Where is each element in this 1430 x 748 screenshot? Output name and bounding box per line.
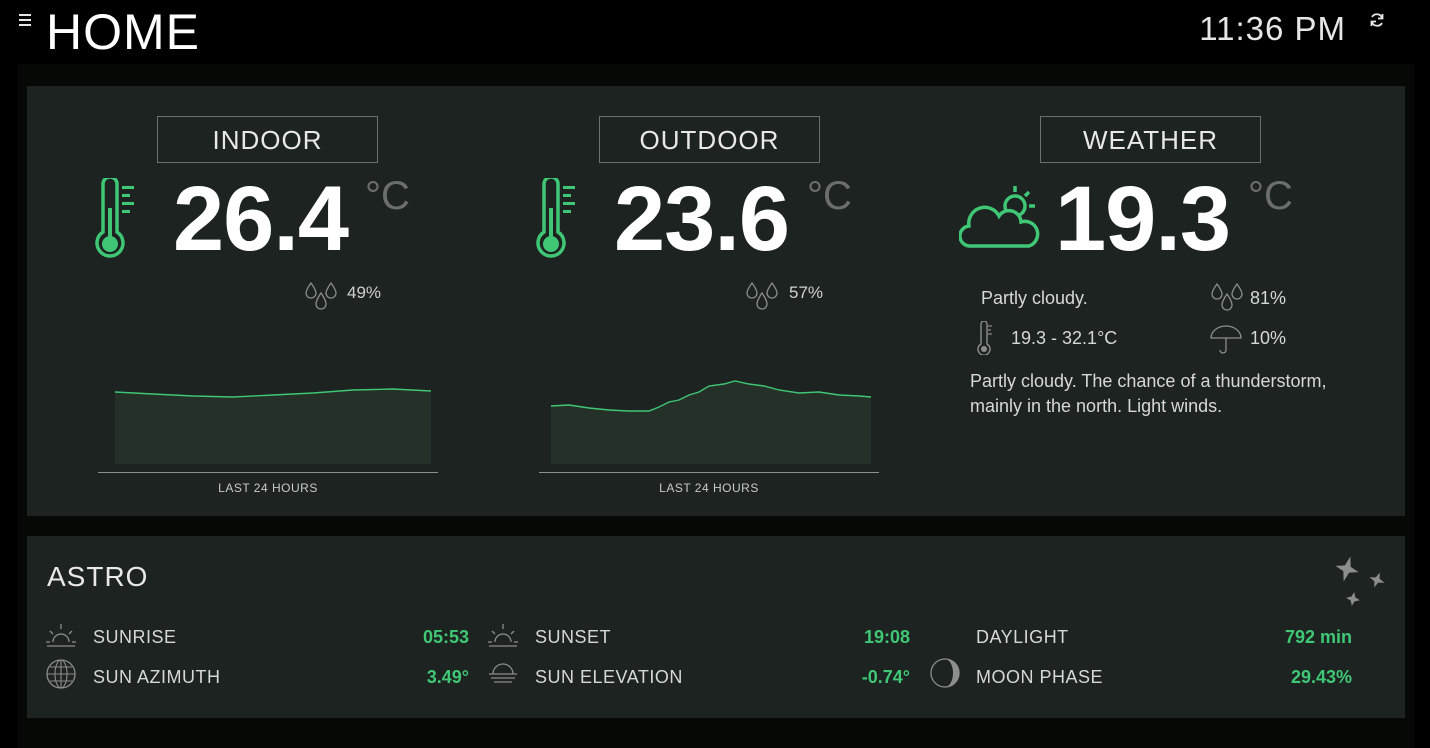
thermometer-small-icon bbox=[977, 321, 992, 355]
thermometer-icon bbox=[536, 178, 575, 258]
sunset-value: 19:08 bbox=[863, 627, 910, 647]
sun-azimuth-value: 3.49° bbox=[426, 667, 469, 687]
weather-condition: Partly cloudy. bbox=[981, 288, 1088, 308]
partly-cloudy-icon bbox=[959, 186, 1040, 248]
humidity-icon bbox=[746, 281, 778, 310]
sun-azimuth-label: SUN AZIMUTH bbox=[93, 667, 221, 687]
astro-title: ASTRO bbox=[47, 561, 149, 592]
humidity-icon bbox=[1211, 282, 1243, 311]
moon-icon bbox=[930, 658, 960, 688]
globe-icon bbox=[46, 659, 76, 689]
sunrise-icon bbox=[46, 624, 76, 647]
indoor-humidity: 49% bbox=[347, 283, 382, 302]
weather-unit: °C bbox=[1248, 174, 1293, 218]
indoor-chart-caption: LAST 24 HOURS bbox=[218, 481, 318, 495]
outdoor-sensor[interactable]: OUTDOOR 23.6 °C 57% LAST 24 HOURS bbox=[467, 86, 907, 516]
thermometer-icon bbox=[95, 178, 134, 258]
indoor-temperature: 26.4 bbox=[173, 168, 349, 270]
sunset-label: SUNSET bbox=[535, 627, 612, 647]
sun-elevation-value: -0.74° bbox=[861, 667, 910, 687]
umbrella-icon bbox=[1210, 325, 1242, 354]
indoor-unit: °C bbox=[365, 174, 410, 218]
top-bar: HOME 11:36 PM bbox=[0, 0, 1430, 62]
outdoor-label: OUTDOOR bbox=[599, 116, 820, 163]
stars-icon bbox=[1335, 556, 1385, 606]
indoor-sensor[interactable]: INDOOR 26.4 °C 49% LAST 24 HOURS bbox=[27, 86, 467, 516]
sunrise-label: SUNRISE bbox=[93, 627, 177, 647]
daylight-label: DAYLIGHT bbox=[976, 627, 1069, 647]
climate-panel: INDOOR 26.4 °C 49% LAST 24 HOURS OUTDOOR bbox=[27, 86, 1405, 516]
menu-icon[interactable] bbox=[18, 13, 32, 27]
weather-description: Partly cloudy. The chance of a thunderst… bbox=[970, 371, 1327, 416]
clock: 11:36 PM bbox=[1199, 10, 1346, 47]
indoor-label: INDOOR bbox=[157, 116, 378, 163]
page-title: HOME bbox=[46, 4, 200, 60]
weather-label: WEATHER bbox=[1040, 116, 1261, 163]
weather-humidity: 81% bbox=[1250, 288, 1287, 308]
sunrise-value: 05:53 bbox=[422, 627, 469, 647]
outdoor-chart-caption: LAST 24 HOURS bbox=[659, 481, 759, 495]
astro-panel: ASTRO SUNRISE 05:53 SUNSET 19:08 DAYLIGH… bbox=[27, 536, 1405, 718]
indoor-sparkline bbox=[114, 388, 432, 464]
outdoor-unit: °C bbox=[807, 174, 852, 218]
sun-elevation-label: SUN ELEVATION bbox=[535, 667, 683, 687]
chart-axis bbox=[539, 472, 879, 473]
moon-phase-value: 29.43% bbox=[1290, 667, 1352, 687]
chart-axis bbox=[98, 472, 438, 473]
moon-phase-label: MOON PHASE bbox=[976, 667, 1104, 687]
weather-rain-chance: 10% bbox=[1250, 328, 1287, 348]
outdoor-sparkline bbox=[550, 380, 872, 464]
outdoor-humidity: 57% bbox=[789, 283, 824, 302]
weather-temperature: 19.3 bbox=[1055, 168, 1231, 270]
sunset-icon bbox=[488, 624, 518, 647]
weather-temperature-range: 19.3 - 32.1°C bbox=[1011, 328, 1118, 348]
outdoor-temperature: 23.6 bbox=[614, 168, 790, 270]
humidity-icon bbox=[305, 281, 337, 310]
daylight-value: 792 min bbox=[1284, 627, 1352, 647]
horizon-icon bbox=[489, 663, 517, 683]
refresh-icon[interactable] bbox=[1368, 11, 1386, 29]
